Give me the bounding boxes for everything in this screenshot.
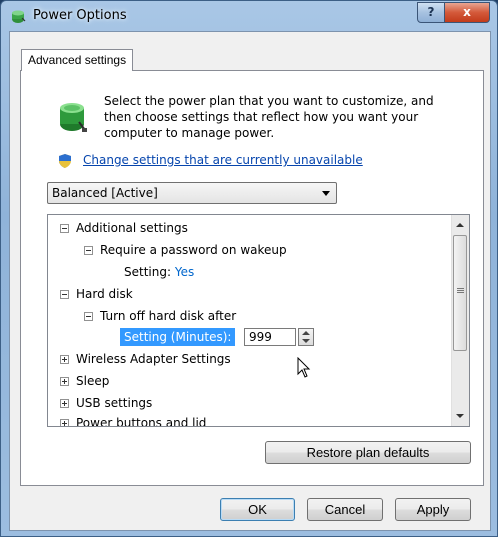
minutes-spinner[interactable] [298,328,314,346]
tree-item-label: Wireless Adapter Settings [76,352,231,366]
apply-button[interactable]: Apply [395,498,471,521]
minutes-input[interactable]: 999 [244,328,296,346]
settings-tree: Additional settings Require a password o… [47,214,470,427]
tree-item-label: Additional settings [76,221,188,235]
scroll-down-icon[interactable] [456,414,464,418]
collapse-icon[interactable] [84,246,93,255]
spin-up-icon[interactable] [302,331,310,335]
tree-item-label: Require a password on wakeup [100,243,287,257]
tree-item-label: USB settings [76,396,153,410]
collapse-icon[interactable] [60,290,69,299]
expand-icon[interactable] [60,377,69,386]
power-plan-selected-value: Balanced [Active] [52,186,158,200]
collapse-icon[interactable] [60,224,69,233]
grip-icon [457,288,464,289]
window-title: Power Options [33,8,127,23]
intro-text: Select the power plan that you want to c… [104,94,434,140]
scroll-thumb[interactable] [453,235,467,351]
help-button[interactable]: ? [417,2,445,23]
expand-icon[interactable] [60,355,69,364]
restore-plan-defaults-button[interactable]: Restore plan defaults [265,441,471,464]
cancel-button[interactable]: Cancel [307,498,383,521]
tree-item-password-setting[interactable]: Setting: Yes [124,262,194,282]
title-bar[interactable]: Power Options ? x [1,1,497,31]
tree-vertical-scrollbar[interactable] [451,215,469,426]
scroll-up-icon[interactable] [456,223,464,227]
power-plan-icon [60,103,87,132]
power-options-app-icon [12,10,26,23]
change-unavailable-settings-link[interactable]: Change settings that are currently unava… [83,153,363,167]
tree-item-label: Sleep [76,374,110,388]
collapse-icon[interactable] [84,312,93,321]
tree-item-label: Power buttons and lid [76,416,207,427]
tree-item-hard-disk-minutes[interactable]: Setting (Minutes): 999 [48,327,348,347]
tab-advanced-settings[interactable]: Advanced settings [21,49,134,71]
uac-shield-icon [59,154,71,168]
mouse-pointer-icon [297,357,311,378]
tree-item-label: Turn off hard disk after [100,309,237,323]
close-button[interactable]: x [444,2,490,23]
spin-down-icon[interactable] [302,339,310,343]
expand-icon[interactable] [60,399,69,408]
setting-label: Setting: [124,265,172,279]
setting-value[interactable]: Yes [175,265,194,279]
chevron-down-icon[interactable] [322,191,330,196]
ok-button[interactable]: OK [220,498,295,521]
power-plan-dropdown[interactable]: Balanced [Active] [47,182,337,204]
setting-minutes-label: Setting (Minutes): [120,328,236,346]
expand-icon[interactable] [60,419,69,426]
tree-item-label: Hard disk [76,287,133,301]
